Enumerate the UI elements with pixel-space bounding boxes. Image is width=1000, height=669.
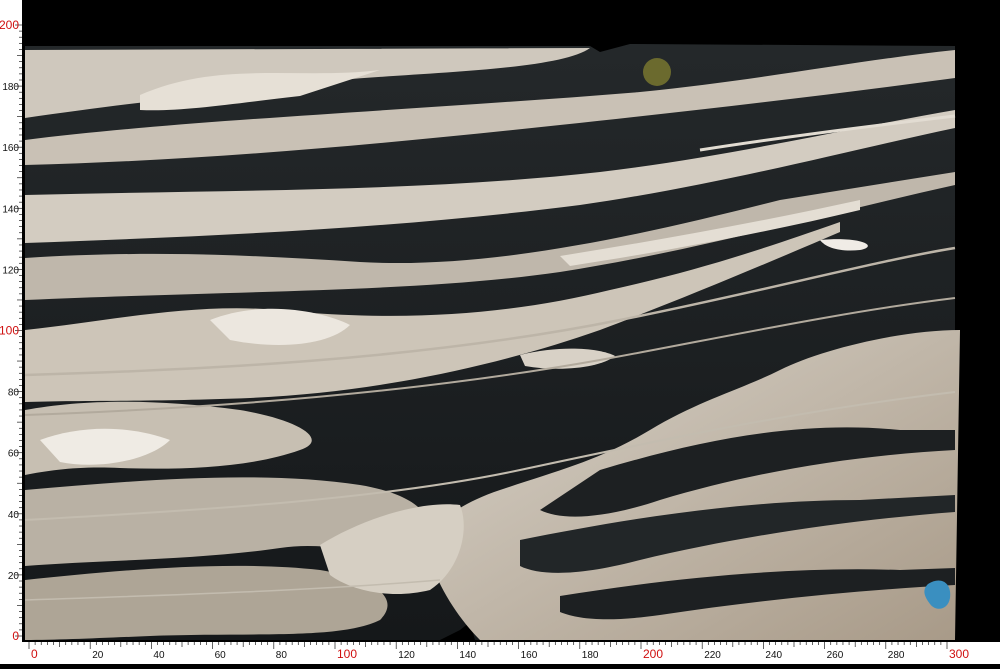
bottom-ruler: 0 20 40 60 80 100 120 140 160 180 200 220 240 260 280 3…	[0, 642, 1000, 664]
x-tick-label: 0	[31, 647, 38, 661]
marble-slab	[24, 44, 961, 640]
x-tick-label: 240	[765, 650, 782, 661]
x-tick-label: 180	[582, 650, 599, 661]
slab-canvas: 0 20 40 60 80 100 120 140 160 180 200 0 20 40 60 80 100…	[0, 0, 1000, 664]
x-tick-label: 260	[827, 650, 844, 661]
y-tick-label: 140	[2, 204, 19, 215]
x-tick-label: 160	[521, 650, 538, 661]
x-tick-label: 140	[459, 650, 476, 661]
x-tick-label: 280	[888, 650, 905, 661]
y-tick-label: 180	[2, 82, 19, 93]
left-ruler: 0 20 40 60 80 100 120 140 160 180 200	[0, 0, 22, 664]
y-tick-label: 40	[8, 510, 20, 521]
y-tick-label: 80	[8, 388, 20, 399]
slab-photo: 0 20 40 60 80 100 120 140 160 180 200 0 20 40 60 80 100…	[0, 0, 1000, 664]
y-tick-label: 120	[2, 265, 19, 276]
x-tick-label: 220	[704, 650, 721, 661]
y-tick-label: 200	[0, 18, 19, 32]
x-tick-label: 60	[215, 650, 227, 661]
y-tick-label: 160	[2, 143, 19, 154]
y-tick-label: 100	[0, 324, 19, 338]
x-tick-label: 100	[337, 647, 357, 661]
y-tick-label: 0	[12, 629, 19, 643]
x-tick-label: 20	[92, 650, 104, 661]
x-tick-label: 300	[949, 647, 969, 661]
x-tick-label: 120	[398, 650, 415, 661]
round-sticker	[643, 58, 671, 86]
y-tick-label: 20	[8, 571, 20, 582]
x-tick-label: 80	[276, 650, 288, 661]
x-tick-label: 40	[153, 650, 165, 661]
y-tick-label: 60	[8, 449, 20, 460]
x-tick-label: 200	[643, 647, 663, 661]
